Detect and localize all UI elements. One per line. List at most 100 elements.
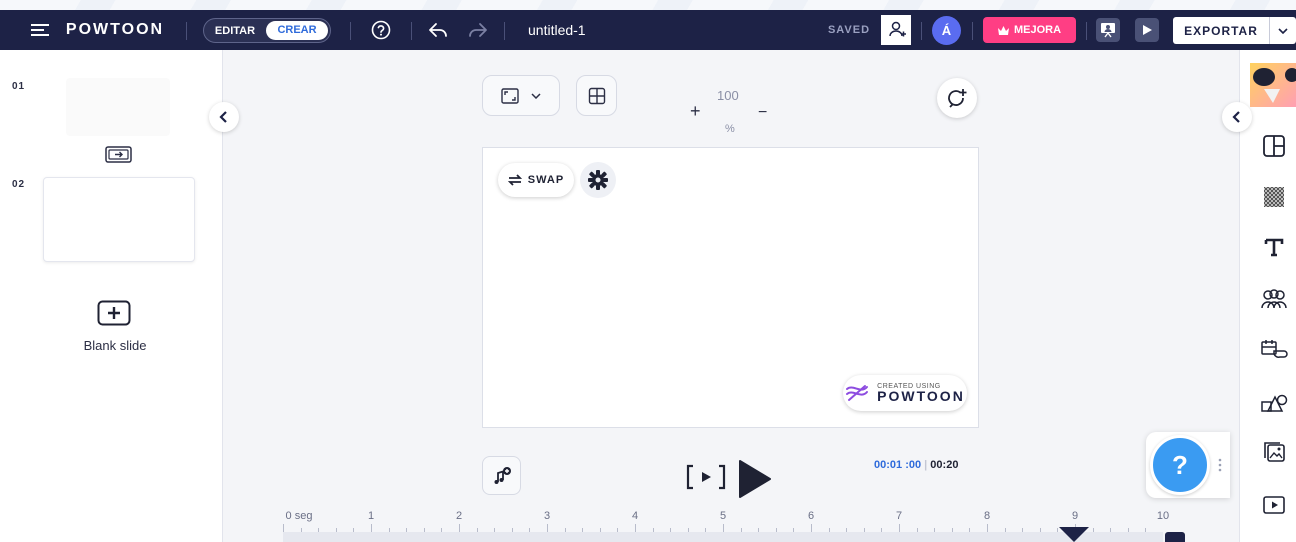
aspect-ratio-icon [501,87,519,104]
add-music-button[interactable] [482,456,521,495]
slide-thumbnail-2[interactable] [43,177,195,262]
swap-label: SWAP [527,174,565,186]
undo-icon[interactable] [426,10,450,50]
slide-thumbnail-1[interactable] [66,78,170,136]
timeline-tick [582,528,584,532]
timeline-tick [459,524,460,532]
total-time: 00:20 [930,459,959,471]
timeline-tick [1039,528,1041,532]
blank-slide-label[interactable]: Blank slide [60,338,170,353]
play-scene-icon [686,464,726,490]
props-icon[interactable] [1256,333,1292,365]
zoom-value[interactable]: 100 [717,88,739,103]
timeline-tick [406,528,408,532]
timeline-tick [423,528,425,532]
shapes-icon[interactable] [1256,387,1292,419]
crown-icon [997,25,1009,35]
timeline-tick [476,528,478,532]
add-comment-icon [948,89,967,108]
collapse-slides-button[interactable] [209,102,239,132]
transition-icon[interactable] [105,146,132,171]
timeline-tick [300,528,302,532]
timeline-track[interactable] [283,532,1163,542]
swap-icon [507,174,522,186]
add-scene-time-icon[interactable] [1165,532,1185,542]
timeline-tick [1022,528,1024,532]
upgrade-label: MEJORA [1013,24,1062,36]
chevron-left-icon [219,111,227,123]
slide-settings-button[interactable] [580,162,616,198]
timeline-tick [511,528,513,532]
swap-button[interactable]: SWAP [498,163,574,197]
preview-play-icon[interactable] [1135,18,1159,42]
chevron-down-icon[interactable] [1269,17,1296,44]
timeline-tick [564,528,566,532]
timeline-tick [388,528,390,532]
current-time: 00:01 :00 [874,459,922,471]
layout-icon[interactable] [1256,130,1292,162]
badge-brand-text: POWTOON [877,388,965,404]
add-comment-button[interactable] [937,78,977,118]
project-title[interactable]: untitled-1 [528,10,602,50]
help-button[interactable]: ? [1150,435,1210,495]
redo-icon[interactable] [466,10,490,50]
zoom-unit: % [725,123,735,135]
timeline-tick [547,524,548,532]
created-using-powtoon-badge[interactable]: CREATED USING POWTOON [843,375,967,411]
more-options-icon[interactable] [1218,458,1222,472]
slide-number: 01 [12,81,26,92]
timeline-tick [353,528,355,532]
invite-user-icon[interactable] [881,15,911,45]
save-status: SAVED [827,24,871,36]
timeline-tick [1145,528,1147,532]
play-scene-button[interactable] [686,464,726,495]
media-icon[interactable] [1256,436,1292,468]
timeline-tick [863,528,865,532]
slides-panel: 01 02 Blank slide [0,50,223,542]
timeline-playhead[interactable] [1059,527,1089,542]
presentation-icon[interactable] [1096,18,1120,42]
timeline-tick-label: 5 [719,510,727,522]
mode-edit-option[interactable]: EDITAR [204,25,266,37]
menu-icon[interactable] [28,10,52,50]
brand-logo[interactable]: POWTOON [62,10,168,50]
timeline-tick [635,524,636,532]
timeline-tick [828,528,830,532]
mode-create-option[interactable]: CREAR [266,21,328,40]
timeline-tick [740,528,742,532]
timeline-tick [652,528,654,532]
timeline-tick [846,528,848,532]
upgrade-button[interactable]: MEJORA [983,17,1076,43]
background-icon[interactable] [1256,181,1292,213]
text-icon[interactable] [1256,231,1292,263]
timeline-tick [951,528,953,532]
user-avatar[interactable]: Á [932,16,961,45]
timeline-tick-label: 3 [543,510,551,522]
export-button[interactable]: EXPORTAR [1173,17,1296,44]
timeline-tick-label: 2 [455,510,463,522]
play-icon [739,460,771,498]
play-button[interactable] [738,459,772,504]
add-slide-icon[interactable] [97,300,131,331]
grid-button[interactable] [576,75,617,116]
mode-toggle[interactable]: EDITAR CREAR [203,18,331,43]
timeline-tick-label: 4 [631,510,639,522]
time-display: 00:01 :00 | 00:20 [874,459,959,471]
character-thumbnail[interactable] [1250,63,1296,107]
characters-icon[interactable] [1256,283,1292,315]
top-bar: POWTOON EDITAR CREAR untitled-1 SAVED Á … [0,10,1296,50]
video-icon[interactable] [1256,489,1292,521]
timeline-tick-label: 1 [367,510,375,522]
aspect-ratio-button[interactable] [482,75,560,116]
zoom-in-button[interactable]: + [690,101,701,122]
collapse-elements-button[interactable] [1222,102,1252,132]
timeline-tick [687,528,689,532]
timeline-tick [441,528,443,532]
help-circle-icon[interactable] [368,10,394,50]
timeline-tick [811,524,812,532]
timeline-tick [599,528,601,532]
zoom-out-button[interactable]: − [758,104,767,122]
timeline-tick [934,528,936,532]
timeline-tick-label: 0 seg [285,510,313,522]
help-widget[interactable]: ? [1146,432,1230,498]
